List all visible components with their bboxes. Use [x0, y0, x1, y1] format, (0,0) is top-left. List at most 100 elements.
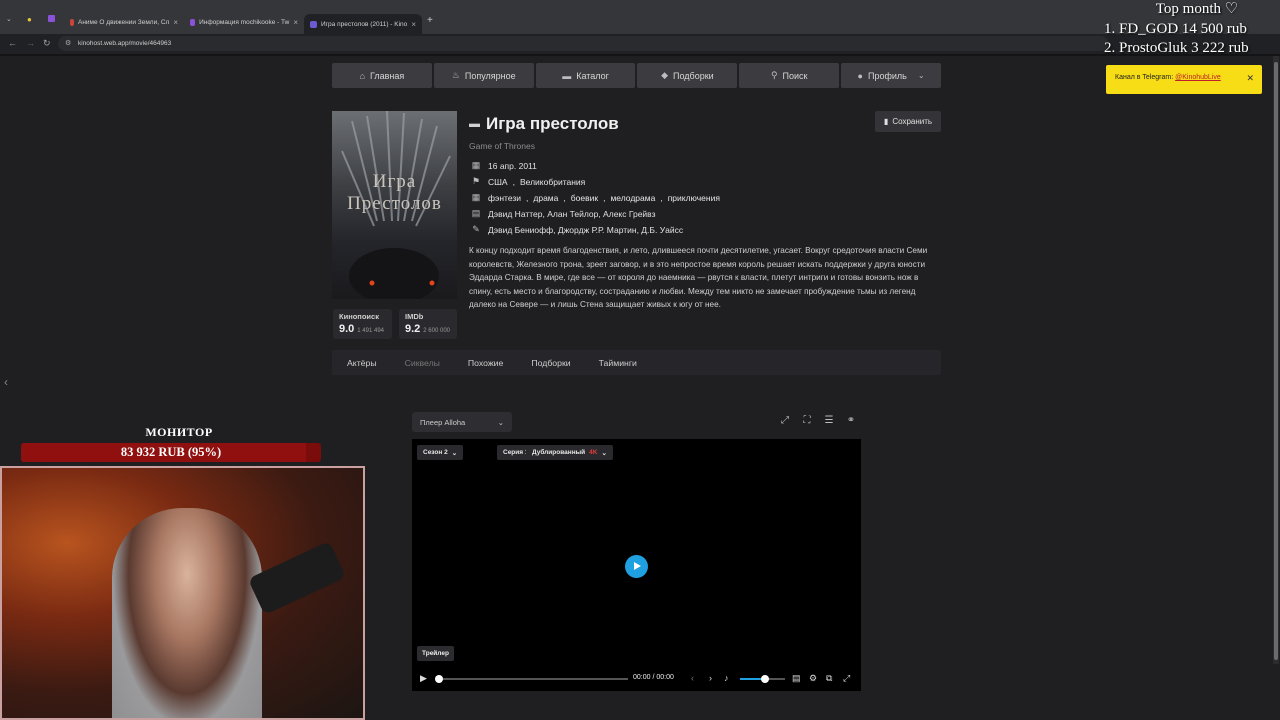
url-field[interactable]: ⚙ kinohost.web.app/movie/464963: [58, 36, 1108, 51]
monitor-progress-bar: 83 932 RUB (95%): [21, 443, 321, 462]
volume-handle[interactable]: [761, 675, 769, 683]
top-month-title: Top month ♡: [1155, 1, 1239, 17]
fire-icon: ♨: [451, 70, 460, 80]
next-icon[interactable]: ›: [709, 673, 712, 683]
back-icon[interactable]: ←: [8, 38, 17, 48]
chevron-down-icon: ⌄: [917, 71, 925, 80]
scrollbar[interactable]: [1273, 56, 1279, 664]
movie-poster[interactable]: Игра Престолов: [332, 111, 457, 299]
player-source-select[interactable]: Плеер Alloha ⌄: [412, 412, 512, 432]
rating-value: 9.0 1 491 494: [339, 323, 386, 335]
comment-icon[interactable]: ☰: [820, 412, 838, 430]
directors: ▤ Дэвид Наттер, Алан Тейлор, Алекс Грейв…: [469, 208, 656, 219]
genres-icon: ▦: [471, 192, 481, 202]
separator: ,: [512, 176, 515, 187]
genre-link[interactable]: мелодрама: [610, 193, 655, 203]
genre-link[interactable]: боевик: [571, 193, 598, 203]
browser-tab[interactable]: Аниме О движении Земли, Сл ×: [70, 13, 178, 31]
tab-sequels[interactable]: Сиквелы: [405, 358, 440, 368]
resize-icon[interactable]: ⤢: [776, 412, 794, 430]
subtitles-icon[interactable]: ▤: [792, 673, 801, 684]
tab-actors[interactable]: Актёры: [347, 358, 377, 368]
country-link[interactable]: Великобритания: [520, 177, 585, 187]
clapperboard-icon: ▤: [471, 208, 481, 218]
tab-menu-icon[interactable]: ⌄: [6, 15, 12, 23]
tab-collections[interactable]: Подборки: [531, 358, 570, 368]
link-icon[interactable]: ⚭: [842, 412, 860, 430]
chevron-left-icon[interactable]: ‹: [4, 375, 8, 389]
tab-timings[interactable]: Тайминги: [599, 358, 637, 368]
countries: ⚑ США, Великобритания: [469, 176, 585, 187]
top-donator-line: 2. ProstoGluk 3 222 rub: [1104, 40, 1249, 56]
seek-bar[interactable]: [435, 675, 628, 683]
browser-tab[interactable]: Информация mochikooke - Tw ×: [190, 13, 298, 31]
url-text: kinohost.web.app/movie/464963: [78, 40, 172, 47]
rating-count: 1 491 494: [357, 328, 384, 334]
play-button[interactable]: [625, 555, 648, 578]
scrollbar-thumb[interactable]: [1274, 62, 1278, 660]
tab-similar[interactable]: Похожие: [468, 358, 503, 368]
seek-handle[interactable]: [435, 675, 443, 683]
forward-icon[interactable]: →: [26, 38, 35, 48]
nav-label: Каталог: [576, 70, 609, 81]
movie-description: К концу подходит время благоденствия, и …: [469, 246, 928, 309]
close-tab-icon[interactable]: ×: [173, 18, 178, 27]
browser-tab-active[interactable]: Игра престолов (2011) - Kino ×: [304, 14, 422, 34]
nav-label: Поиск: [782, 70, 808, 81]
poster-title: Игра Престолов: [347, 171, 442, 214]
fullscreen-icon[interactable]: ⤢: [843, 673, 850, 684]
pinned-tab-icon[interactable]: ●: [27, 15, 32, 24]
nav-profile[interactable]: ● Профиль ⌄: [841, 63, 941, 88]
nav-label: Подборки: [673, 70, 714, 81]
tab-title: Аниме О движении Земли, Сл: [77, 18, 170, 26]
play-icon[interactable]: ▶: [420, 673, 427, 684]
chevron-down-icon: ⌄: [601, 449, 607, 457]
trailer-badge[interactable]: Трейлер: [417, 646, 454, 661]
volume-slider[interactable]: [740, 675, 785, 683]
monitor-title: МОНИТОР: [145, 425, 213, 439]
site-info-icon[interactable]: ⚙: [65, 36, 71, 51]
nav-collections[interactable]: ◆ Подборки: [637, 63, 738, 88]
pinned-tab-twitch-icon[interactable]: [48, 15, 55, 22]
microphone-image: [247, 540, 347, 616]
separator: ,: [563, 192, 566, 203]
close-icon[interactable]: ✕: [1246, 73, 1254, 84]
voice-label: Дублированный: [532, 449, 586, 456]
telegram-text: Канал в Telegram:: [1115, 74, 1176, 81]
pip-icon[interactable]: ⧉: [826, 673, 832, 684]
season-select[interactable]: Сезон 2 ⌄: [417, 445, 464, 460]
tv-icon: ▬: [469, 118, 480, 130]
top-donator-line: 1. FD_GOD 14 500 rub: [1104, 20, 1247, 37]
nav-catalog[interactable]: ▬ Каталог: [535, 63, 636, 88]
settings-icon[interactable]: ⚙: [809, 673, 817, 684]
telegram-link[interactable]: @KinohubLive: [1175, 74, 1221, 81]
quality-badge: 4K: [589, 449, 598, 456]
country-link[interactable]: США: [488, 177, 508, 187]
nav-search[interactable]: ⚲ Поиск: [739, 63, 840, 88]
prev-icon[interactable]: ‹: [691, 673, 694, 683]
user-icon: ●: [857, 70, 863, 81]
nav-popular[interactable]: ♨ Популярное: [433, 63, 534, 88]
pen-icon: ✎: [472, 224, 480, 234]
genre-link[interactable]: приключения: [668, 193, 720, 203]
close-tab-icon[interactable]: ×: [293, 18, 298, 27]
writers-text[interactable]: Дэвид Бениофф, Джордж Р.Р. Мартин, Д.Б. …: [488, 225, 683, 235]
volume-icon[interactable]: ♪: [724, 673, 729, 683]
directors-text[interactable]: Дэвид Наттер, Алан Тейлор, Алекс Грейвз: [488, 209, 656, 219]
voice-select[interactable]: Дублированный 4K ⌄: [526, 445, 613, 460]
nav-home[interactable]: ⌂ Главная: [332, 63, 432, 88]
separator: ,: [526, 192, 529, 203]
tab-title: Информация mochikooke - Tw: [199, 18, 290, 26]
rating-count: 2 600 000: [423, 328, 450, 334]
collections-icon: ◆: [661, 70, 669, 80]
new-tab-button[interactable]: +: [427, 15, 433, 26]
close-tab-icon[interactable]: ×: [411, 20, 416, 29]
genre-link[interactable]: фэнтези: [488, 193, 521, 203]
fullscreen-icon[interactable]: ⛶: [798, 412, 816, 430]
save-button[interactable]: ▮ Сохранить: [875, 111, 941, 132]
tab-favicon: [310, 20, 317, 28]
writers: ✎ Дэвид Бениофф, Джордж Р.Р. Мартин, Д.Б…: [469, 224, 683, 235]
video-player[interactable]: Сезон 2 ⌄ Серия 1 ⌄ Дублированный 4K ⌄ Т…: [412, 439, 861, 691]
genre-link[interactable]: драма: [533, 193, 558, 203]
reload-icon[interactable]: ↻: [43, 38, 51, 49]
